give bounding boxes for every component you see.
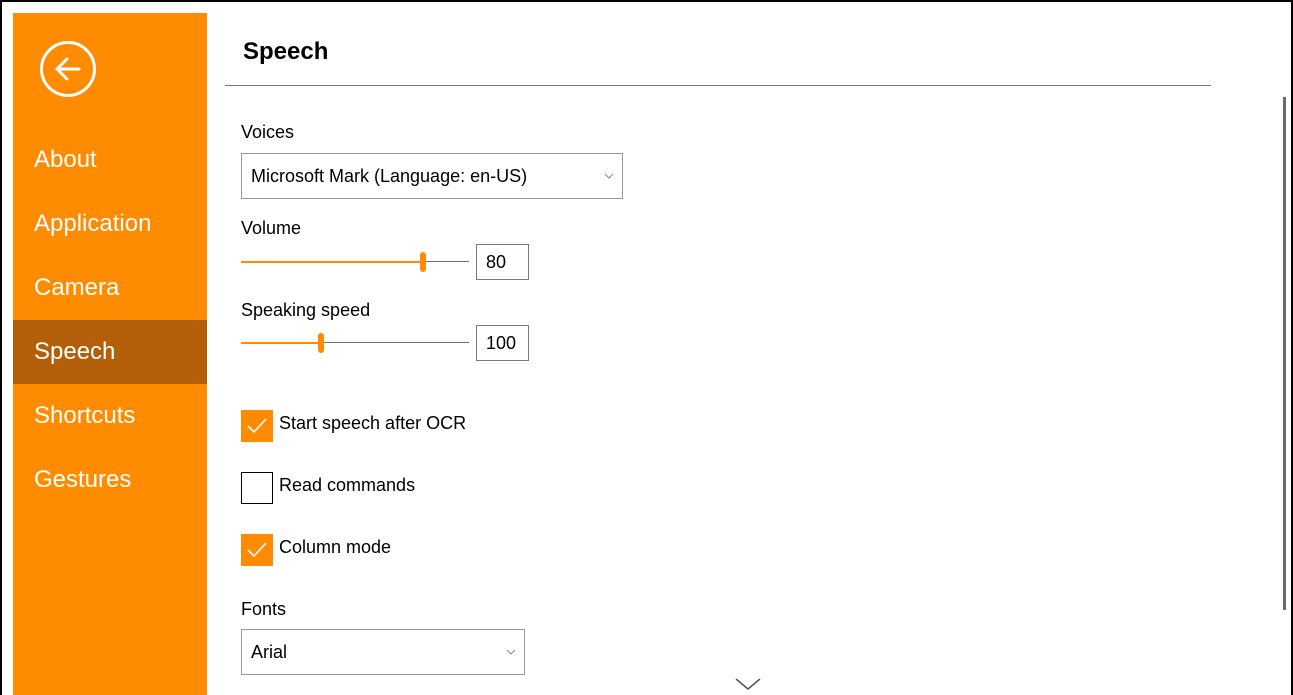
checkmark-icon — [247, 418, 267, 434]
voices-selected-value: Microsoft Mark (Language: en-US) — [251, 166, 528, 186]
start-speech-after-ocr-checkbox[interactable] — [241, 410, 273, 442]
chevron-down-icon[interactable] — [733, 676, 763, 692]
speaking-speed-value-field[interactable]: 100 — [476, 325, 529, 361]
fonts-label: Fonts — [241, 599, 287, 619]
checkmark-icon — [247, 542, 267, 558]
voices-label: Voices — [241, 122, 295, 142]
title-divider — [225, 85, 1211, 86]
sidebar-item-application[interactable]: Application — [13, 192, 207, 256]
volume-slider-track — [423, 261, 469, 262]
page-title: Speech — [243, 38, 329, 65]
back-button[interactable] — [40, 41, 96, 97]
speaking-speed-slider-thumb[interactable] — [318, 333, 324, 353]
settings-sidebar: About Application Camera Speech Shortcut… — [13, 13, 207, 695]
volume-slider-thumb[interactable] — [420, 252, 426, 272]
volume-label: Volume — [241, 218, 302, 238]
speaking-speed-label: Speaking speed — [241, 300, 371, 320]
fonts-selected-value: Arial — [251, 642, 288, 662]
speaking-speed-slider[interactable] — [241, 333, 469, 353]
volume-slider-fill — [241, 261, 423, 263]
fonts-dropdown[interactable]: Arial — [241, 629, 525, 675]
sidebar-item-gestures[interactable]: Gestures — [13, 448, 207, 512]
chevron-down-icon — [604, 173, 614, 179]
arrow-left-circle-icon — [55, 57, 81, 81]
volume-slider[interactable] — [241, 252, 469, 272]
voices-dropdown[interactable]: Microsoft Mark (Language: en-US) — [241, 153, 623, 199]
sidebar-item-about[interactable]: About — [13, 128, 207, 192]
sidebar-item-shortcuts[interactable]: Shortcuts — [13, 384, 207, 448]
start-speech-after-ocr-label: Start speech after OCR — [279, 413, 467, 433]
column-mode-checkbox[interactable] — [241, 534, 273, 566]
speaking-speed-slider-fill — [241, 342, 321, 344]
read-commands-label: Read commands — [279, 475, 416, 495]
volume-value-field[interactable]: 80 — [476, 244, 529, 280]
sidebar-item-speech[interactable]: Speech — [13, 320, 207, 384]
column-mode-label: Column mode — [279, 537, 392, 557]
speaking-speed-slider-track — [321, 342, 469, 343]
chevron-down-icon — [506, 649, 516, 655]
vertical-scrollbar[interactable] — [1283, 97, 1286, 610]
speech-settings-panel: Speech Voices Microsoft Mark (Language: … — [225, 13, 1285, 695]
sidebar-item-camera[interactable]: Camera — [13, 256, 207, 320]
read-commands-checkbox[interactable] — [241, 472, 273, 504]
